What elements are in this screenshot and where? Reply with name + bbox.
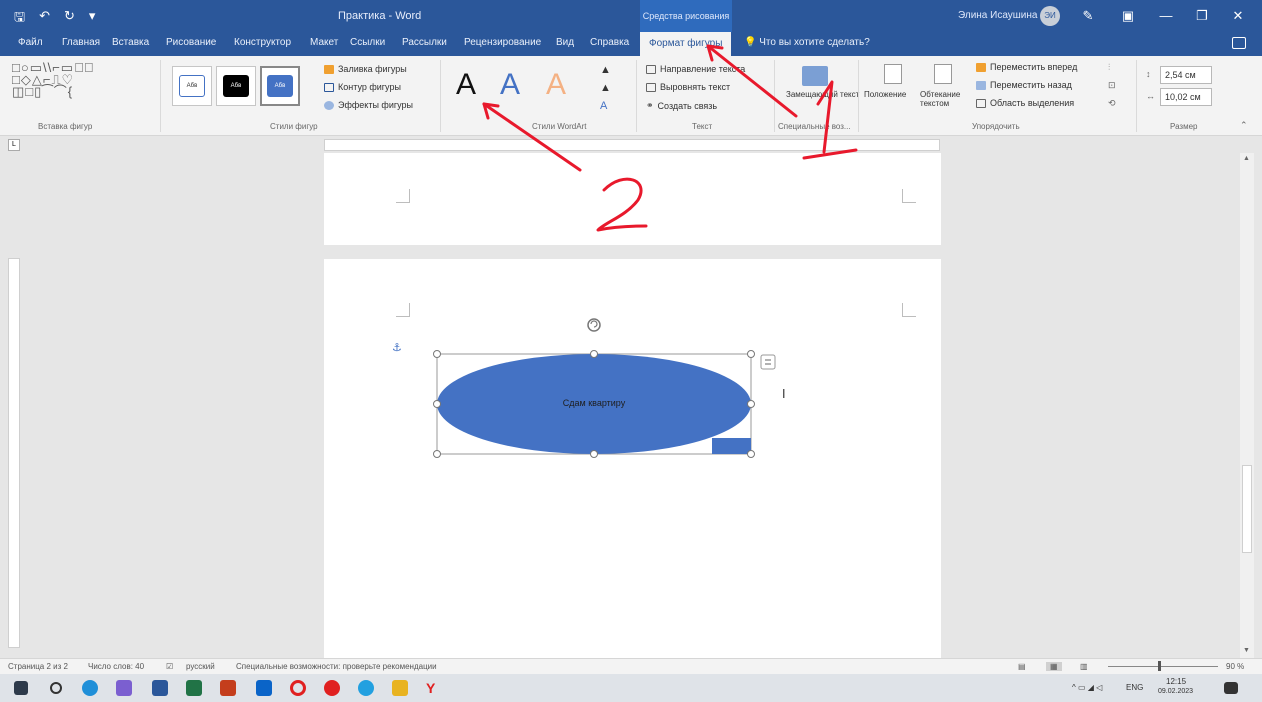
resize-handle[interactable] bbox=[747, 350, 755, 358]
accessibility-status[interactable]: Специальные возможности: проверьте реком… bbox=[236, 662, 437, 671]
resize-handle[interactable] bbox=[433, 350, 441, 358]
anchor-icon[interactable]: ⚓ bbox=[392, 341, 402, 354]
zoom-slider-thumb[interactable] bbox=[1158, 661, 1161, 671]
scroll-down-icon[interactable]: ▼ bbox=[1243, 647, 1250, 654]
word-icon[interactable] bbox=[152, 680, 168, 696]
opera-icon[interactable] bbox=[290, 680, 306, 696]
web-layout-icon[interactable]: ▥ bbox=[1080, 662, 1088, 671]
text-cursor-icon: I bbox=[782, 387, 786, 401]
word-count[interactable]: Число слов: 40 bbox=[88, 662, 144, 671]
file-explorer-icon[interactable] bbox=[392, 680, 408, 696]
clock-date[interactable]: 09.02.2023 bbox=[1158, 688, 1193, 695]
chrome-icon[interactable] bbox=[358, 680, 374, 696]
excel-icon[interactable] bbox=[186, 680, 202, 696]
edge-icon[interactable] bbox=[82, 680, 98, 696]
status-bar: Страница 2 из 2 Число слов: 40 ☑ русский… bbox=[0, 658, 1262, 674]
yandex-icon[interactable]: Y bbox=[426, 680, 442, 696]
shape-layer: ⚓ I bbox=[392, 318, 786, 455]
zoom-slider[interactable] bbox=[1108, 666, 1218, 667]
tray-icons[interactable]: ^ ▭ ◢ ◁ bbox=[1072, 683, 1102, 692]
resize-handle[interactable] bbox=[590, 450, 598, 458]
language[interactable]: русский bbox=[186, 662, 215, 671]
shape-fragment[interactable] bbox=[712, 438, 751, 454]
layout-options-icon[interactable] bbox=[760, 354, 776, 370]
outlook-icon[interactable] bbox=[256, 680, 272, 696]
proofing-icon[interactable]: ☑ bbox=[166, 662, 173, 671]
teams-icon[interactable] bbox=[116, 680, 132, 696]
notifications-icon[interactable] bbox=[1224, 682, 1238, 694]
opera-gx-icon[interactable] bbox=[324, 680, 340, 696]
print-layout-icon[interactable]: ▦ bbox=[1046, 662, 1062, 671]
taskbar: Y ^ ▭ ◢ ◁ ENG 12:15 09.02.2023 bbox=[0, 674, 1262, 702]
vertical-scrollbar[interactable]: ▲ ▼ bbox=[1240, 153, 1254, 658]
resize-handle[interactable] bbox=[747, 450, 755, 458]
powerpoint-icon[interactable] bbox=[220, 680, 236, 696]
read-mode-icon[interactable]: ▤ bbox=[1018, 662, 1026, 671]
start-icon[interactable] bbox=[14, 681, 28, 695]
language-indicator[interactable]: ENG bbox=[1126, 683, 1143, 692]
scroll-up-icon[interactable]: ▲ bbox=[1243, 155, 1250, 162]
search-icon[interactable] bbox=[50, 682, 62, 694]
page-count[interactable]: Страница 2 из 2 bbox=[8, 662, 68, 671]
resize-handle[interactable] bbox=[433, 450, 441, 458]
shape-text[interactable]: Сдам квартиру bbox=[437, 398, 751, 408]
resize-handle[interactable] bbox=[590, 350, 598, 358]
clock-time[interactable]: 12:15 bbox=[1166, 677, 1186, 686]
scrollbar-thumb[interactable] bbox=[1242, 465, 1252, 553]
zoom-level[interactable]: 90 % bbox=[1226, 662, 1244, 671]
